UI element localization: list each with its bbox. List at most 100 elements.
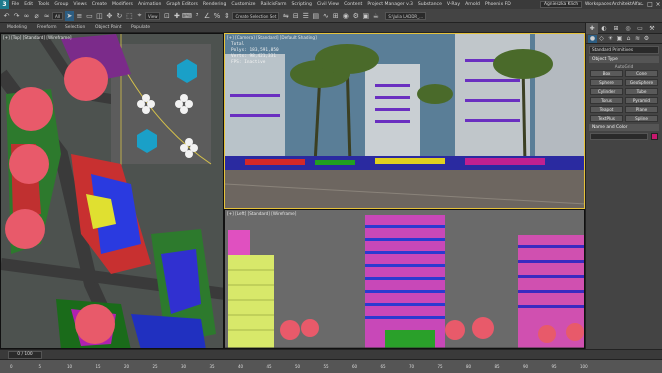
menu-scripting[interactable]: Scripting: [289, 2, 314, 7]
tube-button[interactable]: Tube: [625, 88, 658, 95]
bind-space-warp-icon[interactable]: ≈: [42, 11, 51, 21]
curve-editor-icon[interactable]: ∿: [321, 11, 330, 21]
menu-substance[interactable]: Substance: [415, 2, 444, 7]
layer-explorer-icon[interactable]: ☰: [301, 11, 310, 21]
link-icon[interactable]: ∞: [22, 11, 31, 21]
geosphere-button[interactable]: GeoSphere: [625, 79, 658, 86]
track-bar[interactable]: 0 5 10 15 20 25 30 35 40 45 50 55 60 65 70 75 80 85 90 95 10…: [0, 359, 662, 373]
modify-tab-icon[interactable]: ◐: [598, 23, 610, 34]
cylinder-button[interactable]: Cylinder: [590, 88, 623, 95]
viewport-camera[interactable]: [+] [Camera] [Standard] [Default Shading…: [224, 33, 585, 209]
display-tab-icon[interactable]: ▭: [634, 23, 646, 34]
file-path-field[interactable]: S:\Julia LADDR_...: [385, 11, 427, 20]
menu-railcisfarm[interactable]: RailcisFarm: [258, 2, 289, 7]
textplus-button[interactable]: TextPlus: [590, 115, 623, 122]
ribbon-tab-selection[interactable]: Selection: [62, 24, 88, 32]
viewport-left[interactable]: [+] [Left] [Standard] [Wireframe]: [224, 209, 585, 349]
sphere-button[interactable]: Sphere: [590, 79, 623, 86]
helpers-icon[interactable]: ⌂: [624, 35, 633, 43]
menu-tools[interactable]: Tools: [36, 2, 52, 7]
lights-icon[interactable]: ☀: [606, 35, 615, 43]
placement-icon[interactable]: ⌖: [135, 11, 144, 21]
window-crossing-icon[interactable]: ◫: [95, 11, 104, 21]
cameras-icon[interactable]: ▣: [615, 35, 624, 43]
render-production-icon[interactable]: ☕: [371, 11, 380, 21]
material-editor-icon[interactable]: ◉: [341, 11, 350, 21]
scale-icon[interactable]: ⬚: [125, 11, 134, 21]
user-account-button[interactable]: Agnieszka Klich: [540, 1, 583, 8]
redo-icon[interactable]: ↷: [12, 11, 21, 21]
menu-create[interactable]: Create: [89, 2, 109, 7]
rotate-icon[interactable]: ↻: [115, 11, 124, 21]
menu-content[interactable]: Content: [342, 2, 365, 7]
toggle-ribbon-icon[interactable]: ▤: [311, 11, 320, 21]
menu-edit[interactable]: Edit: [22, 2, 36, 7]
menu-project-manager[interactable]: Project Manager v.3: [365, 2, 416, 7]
shapes-icon[interactable]: ◇: [597, 35, 606, 43]
select-object-icon[interactable]: ➤: [64, 10, 74, 21]
pyramid-button[interactable]: Pyramid: [625, 97, 658, 104]
time-slider[interactable]: 0 / 100: [0, 349, 662, 359]
align-icon[interactable]: ⊟: [291, 11, 300, 21]
menu-group[interactable]: Group: [52, 2, 71, 7]
autogrid-checkbox[interactable]: AutoGrid: [589, 64, 659, 69]
rectangular-selection-icon[interactable]: ▭: [85, 11, 94, 21]
rendered-frame-window-icon[interactable]: ▣: [361, 11, 370, 21]
object-name-field[interactable]: [590, 133, 648, 140]
viewport-camera-label[interactable]: [+] [Camera] [Standard] [Default Shading…: [227, 35, 317, 40]
app-logo-icon[interactable]: 3: [0, 0, 9, 9]
ribbon-tab-populate[interactable]: Populate: [128, 24, 153, 32]
space-warps-icon[interactable]: ≋: [633, 35, 642, 43]
hierarchy-tab-icon[interactable]: ⊞: [610, 23, 622, 34]
ribbon-tab-freeform[interactable]: Freeform: [34, 24, 60, 32]
selection-filter-dropdown[interactable]: All: [52, 11, 63, 20]
primitive-category-dropdown[interactable]: Standard Primitives: [589, 46, 659, 54]
render-setup-icon[interactable]: ⚙: [351, 11, 360, 21]
maximize-icon[interactable]: □: [646, 0, 654, 9]
menu-customize[interactable]: Customize: [229, 2, 258, 7]
teapot-button[interactable]: Teapot: [590, 106, 623, 113]
select-by-name-icon[interactable]: ≡: [75, 11, 84, 21]
menu-civil-view[interactable]: Civil View: [314, 2, 341, 7]
select-manipulate-icon[interactable]: ✚: [172, 11, 181, 21]
percent-snap-icon[interactable]: %: [212, 11, 221, 21]
cone-button[interactable]: Cone: [625, 70, 658, 77]
minimize-icon[interactable]: –: [638, 0, 646, 9]
systems-icon[interactable]: ⚙: [642, 35, 651, 43]
menu-modifiers[interactable]: Modifiers: [109, 2, 135, 7]
menu-views[interactable]: Views: [71, 2, 89, 7]
reference-coordinate-dropdown[interactable]: View: [144, 11, 161, 20]
snaps-toggle-icon[interactable]: ³: [192, 11, 201, 21]
menu-vray[interactable]: V-Ray: [444, 2, 462, 7]
spinner-snap-icon[interactable]: ⇕: [222, 11, 231, 21]
move-icon[interactable]: ✥: [105, 11, 114, 21]
torus-button[interactable]: Torus: [590, 97, 623, 104]
keyboard-shortcut-icon[interactable]: ⌨: [182, 11, 192, 21]
ribbon-tab-object-paint[interactable]: Object Paint: [92, 24, 125, 32]
pivot-icon[interactable]: ⊡: [162, 11, 171, 21]
viewport-top-label[interactable]: [+] [Top] [Standard] [Wireframe]: [3, 35, 72, 40]
menu-animation[interactable]: Animation: [135, 2, 163, 7]
geometry-icon[interactable]: ●: [588, 34, 597, 43]
menu-arnold[interactable]: Arnold: [463, 2, 483, 7]
viewport-top[interactable]: [+] [Top] [Standard] [Wireframe]: [0, 33, 224, 349]
mirror-icon[interactable]: ⇋: [281, 11, 290, 21]
schematic-view-icon[interactable]: ⊞: [331, 11, 340, 21]
name-and-color-rollout[interactable]: Name and Color: [589, 124, 659, 131]
close-icon[interactable]: ×: [654, 0, 662, 9]
motion-tab-icon[interactable]: ◎: [622, 23, 634, 34]
create-tab-icon[interactable]: ✚: [586, 23, 598, 34]
menu-phoenix-fd[interactable]: Phoenix FD: [482, 2, 513, 7]
angle-snap-icon[interactable]: ∠: [202, 11, 211, 21]
undo-icon[interactable]: ↶: [2, 11, 11, 21]
unlink-icon[interactable]: ⌀: [32, 11, 41, 21]
utilities-tab-icon[interactable]: ⚒: [646, 23, 658, 34]
object-color-swatch[interactable]: [651, 133, 658, 140]
viewport-left-label[interactable]: [+] [Left] [Standard] [Wireframe]: [227, 211, 296, 216]
object-type-rollout[interactable]: Object Type: [589, 56, 659, 63]
menu-graph-editors[interactable]: Graph Editors: [164, 2, 201, 7]
frame-counter[interactable]: 0 / 100: [8, 351, 42, 359]
ribbon-tab-modeling[interactable]: Modeling: [4, 24, 30, 32]
selection-set-dropdown[interactable]: Create Selection Set: [232, 11, 280, 20]
spline-button[interactable]: Spline: [625, 115, 658, 122]
